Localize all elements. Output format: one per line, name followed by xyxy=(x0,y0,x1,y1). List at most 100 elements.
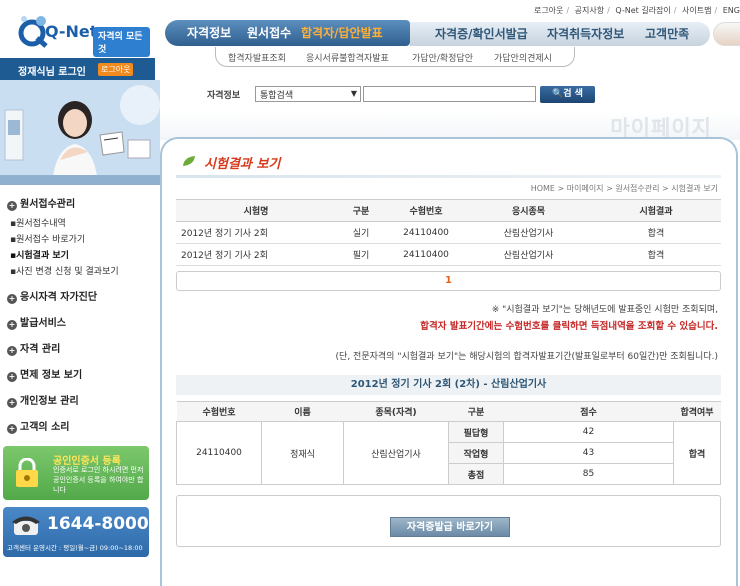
button-area: 자격증발급 바로가기 xyxy=(176,495,721,547)
guide-link[interactable]: Q-Net 길라잡이 xyxy=(615,6,670,15)
subnav-pass-lookup[interactable]: 합격자발표조회 xyxy=(228,51,286,64)
cell-exam-number-link[interactable]: 24110400 xyxy=(386,221,466,244)
subnav-answers[interactable]: 가답안/확정답안 xyxy=(412,51,473,64)
cell-exam-number-link[interactable]: 24110400 xyxy=(386,243,466,266)
breadcrumb: HOME > 마이페이지 > 원서접수관리 > 시험결과 보기 xyxy=(530,184,718,193)
score-detail-table: 수험번호 이름 종목(자격) 구분 점수 합격여부 24110400 정재식 산… xyxy=(176,401,721,485)
notice-line-1: ※ "시험결과 보기"는 당해년도에 발표중인 시험만 조회되며, xyxy=(491,305,718,315)
col-subject: 종목(자격) xyxy=(343,401,449,422)
menu-item-exam-results[interactable]: ▪시험결과 보기 xyxy=(10,248,69,261)
phone-icon xyxy=(12,516,40,535)
menu-section-application[interactable]: + 원서접수관리 xyxy=(7,195,75,211)
col-subject: 응시종목 xyxy=(466,199,591,222)
mypage-banner: 마이페이지 xyxy=(160,112,740,140)
menu-section-privacy[interactable]: + 개인정보 관리 xyxy=(7,392,79,408)
detail-title: 2012년 정기 기사 2회 (2차) - 산림산업기사 xyxy=(176,375,721,395)
english-link[interactable]: ENG xyxy=(723,6,740,15)
search-button[interactable]: 🔍검 색 xyxy=(540,86,595,103)
nav-pass-results[interactable]: 합격자/답안발표 xyxy=(301,24,383,41)
nav-qualification-info[interactable]: 자격정보 xyxy=(187,24,231,41)
lock-icon xyxy=(16,458,38,487)
cell-score: 85 xyxy=(503,463,674,485)
logo-slogan: 자격의 모든것 xyxy=(93,27,150,57)
nav-application[interactable]: 원서접수 xyxy=(247,24,291,41)
col-exam-name: 시험명 xyxy=(176,199,336,222)
subnav-answer-opinion[interactable]: 가답안의견제시 xyxy=(494,51,552,64)
plus-circle-icon: + xyxy=(7,398,17,408)
notice-link[interactable]: 공지사항 xyxy=(575,6,604,15)
menu-section-issuance[interactable]: + 발급서비스 xyxy=(7,314,66,330)
nav-certificate-issue[interactable]: 자격증/확인서발급 xyxy=(435,25,528,42)
call-number: 1644-8000 xyxy=(47,514,149,534)
leaf-icon xyxy=(183,156,195,166)
cell-score: 42 xyxy=(503,421,674,443)
col-category: 구분 xyxy=(336,199,386,222)
col-exam-number: 수험번호 xyxy=(176,401,262,422)
search-icon: 🔍 xyxy=(552,89,564,99)
cell-exam-number: 24110400 xyxy=(176,421,262,485)
menu-section-qualification[interactable]: + 자격 관리 xyxy=(7,340,60,356)
search-category-select[interactable]: 통합검색 ▼ xyxy=(255,86,361,102)
main-nav-secondary: 자격증/확인서발급 자격취득자정보 고객만족 xyxy=(410,22,710,46)
plus-circle-icon: + xyxy=(7,320,17,330)
sitemap-link[interactable]: 사이트맵 xyxy=(682,6,711,15)
results-table: 시험명 구분 수험번호 응시종목 시험결과 2012년 정기 기사 2회 실기 … xyxy=(176,199,721,266)
top-links: 로그아웃 / 공지사항 / Q-Net 길라잡이 / 사이트맵 / ENG xyxy=(533,6,740,15)
logout-button[interactable]: 로그아웃 xyxy=(98,63,134,76)
qnet-logo[interactable]: Q-Net 자격의 모든것 xyxy=(15,12,150,57)
page-number-current[interactable]: 1 xyxy=(445,275,452,286)
menu-section-voice[interactable]: + 고객의 소리 xyxy=(7,418,69,434)
table-header-row: 시험명 구분 수험번호 응시종목 시험결과 xyxy=(176,199,721,222)
call-center-banner: 1644-8000 고객센터 운영시간 : 평일(월~금) 09:00~18:0… xyxy=(3,507,149,557)
cell-type: 총점 xyxy=(448,463,504,485)
menu-item-photo-change[interactable]: ▪사진 변경 신청 및 결과보기 xyxy=(10,264,119,277)
promo-illustration xyxy=(0,80,160,185)
notice-line-2: 합격자 발표기간에는 수험번호를 클릭하면 득점내역을 조회할 수 있습니다. xyxy=(420,321,718,332)
cert-text: 인증서로 로그인 하시려면 먼저 공인인증서 등록을 하여야만 합니다 xyxy=(53,466,144,494)
logo-text: Q-Net xyxy=(45,22,98,41)
cell-result: 합격 xyxy=(591,221,721,244)
call-hours: 고객센터 운영시간 : 평일(월~금) 09:00~18:00 xyxy=(7,544,143,552)
menu-section-self-check[interactable]: + 응시자격 자가진단 xyxy=(7,288,97,304)
promo-image xyxy=(0,80,160,185)
search-input[interactable] xyxy=(363,86,536,102)
sub-nav: 합격자발표조회 응시서류불합격자발표 가답안/확정답안 가답안의견제시 xyxy=(215,47,575,67)
search-select-value: 통합검색 xyxy=(260,91,294,101)
plus-circle-icon: + xyxy=(7,372,17,382)
menu-section-exemption[interactable]: + 면제 정보 보기 xyxy=(7,366,82,382)
nav-holder-info[interactable]: 자격취득자정보 xyxy=(547,25,624,42)
cell-type: 작업형 xyxy=(448,442,504,464)
menu-item-application-history[interactable]: ▪원서접수내역 xyxy=(10,216,66,229)
login-bar: 정재식님 로그인 로그아웃 xyxy=(0,58,155,80)
cell-subject: 산림산업기사 xyxy=(466,243,591,266)
col-pass-status: 합격여부 xyxy=(673,401,721,422)
cell-exam-name: 2012년 정기 기사 2회 xyxy=(176,243,336,266)
login-status: 정재식님 로그인 xyxy=(18,67,86,78)
plus-circle-icon: + xyxy=(7,294,17,304)
nav-customer[interactable]: 고객만족 xyxy=(645,25,689,42)
subnav-doc-fail[interactable]: 응시서류불합격자발표 xyxy=(306,51,389,64)
plus-circle-icon: + xyxy=(7,201,17,211)
pagination: 1 xyxy=(176,271,721,291)
cell-subject: 산림산업기사 xyxy=(466,221,591,244)
search-button-label: 검 색 xyxy=(563,89,583,99)
col-exam-number: 수험번호 xyxy=(386,199,466,222)
table-row: 2012년 정기 기사 2회 필기 24110400 산림산업기사 합격 xyxy=(176,243,721,266)
col-result: 시험결과 xyxy=(591,199,721,222)
cell-type: 필답형 xyxy=(448,421,504,443)
plus-circle-icon: + xyxy=(7,424,17,434)
col-score: 점수 xyxy=(503,401,674,422)
certificate-issue-button[interactable]: 자격증발급 바로가기 xyxy=(390,517,510,537)
certificate-register-banner[interactable]: 공인인증서 등록 인증서로 로그인 하시려면 먼저 공인인증서 등록을 하여야만… xyxy=(3,446,149,500)
plus-circle-icon: + xyxy=(7,346,17,356)
cell-pass-status: 합격 xyxy=(673,421,721,485)
main-nav-primary: 자격정보 원서접수 합격자/답안발표 xyxy=(165,20,410,46)
menu-item-application-shortcut[interactable]: ▪원서접수 바로가기 xyxy=(10,232,85,245)
cell-category: 필기 xyxy=(336,243,386,266)
col-name: 이름 xyxy=(261,401,344,422)
cell-category: 실기 xyxy=(336,221,386,244)
page-title: 시험결과 보기 xyxy=(204,157,281,172)
logout-link[interactable]: 로그아웃 xyxy=(534,6,563,15)
table-row: 24110400 정재식 산림산업기사 필답형 42 합격 xyxy=(176,421,721,485)
chevron-down-icon: ▼ xyxy=(350,89,357,98)
